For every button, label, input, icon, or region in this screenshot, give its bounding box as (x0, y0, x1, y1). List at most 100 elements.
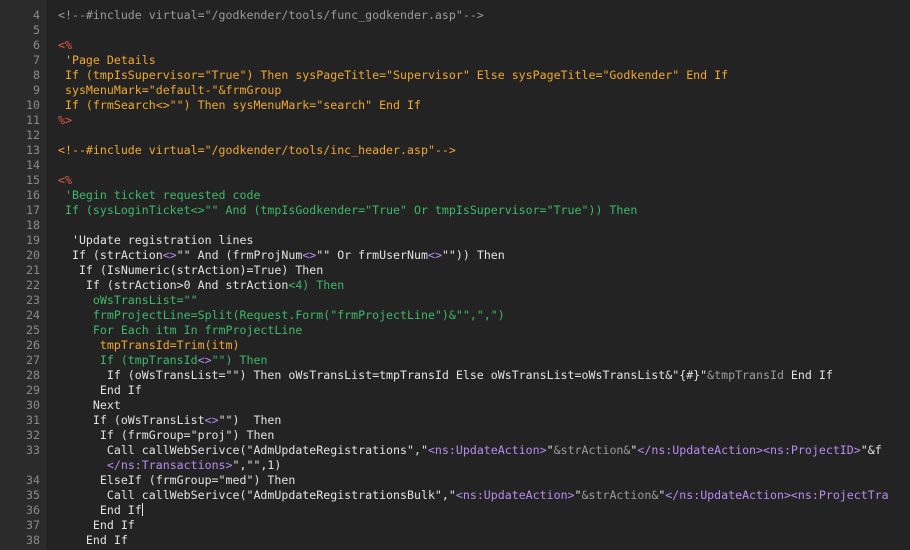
code-line[interactable]: 10 If (frmSearch<>"") Then sysMenuMark="… (0, 98, 910, 113)
code-line[interactable]: 7 'Page Details (0, 53, 910, 68)
code-text: If (IsNumeric(strAction)=True) Then (58, 263, 323, 278)
code-text: If (frmGroup="proj") Then (58, 428, 275, 443)
code-line[interactable]: 24 frmProjectLine=Split(Request.Form("fr… (0, 308, 910, 323)
code-text: End If (58, 383, 142, 398)
line-number: 6 (33, 38, 40, 52)
code-line[interactable]: 22 If (strAction>0 And strAction<4) Then (0, 278, 910, 293)
line-number: 18 (26, 218, 40, 232)
code-line[interactable]: 26 tmpTransId=Trim(itm) (0, 338, 910, 353)
code-token: For Each itm In frmProjectLine (58, 323, 303, 337)
line-number: 24 (26, 308, 40, 322)
line-number: 20 (26, 248, 40, 262)
code-token: If (frmSearch<>"") Then sysMenuMark="sea… (58, 98, 421, 112)
code-token: &strAction& (581, 488, 659, 502)
line-number: 32 (26, 428, 40, 442)
code-line[interactable]: 38 End If (0, 533, 910, 548)
line-number: 17 (26, 203, 40, 217)
line-number: 15 (26, 173, 40, 187)
code-line[interactable]: 37 End If (0, 518, 910, 533)
code-token: End If (58, 383, 142, 397)
code-token: <!--#include virtual="/godkender/tools/f… (58, 8, 484, 22)
code-line[interactable]: 27 If (tmpTransId<>"") Then (0, 353, 910, 368)
code-text: End If (58, 503, 143, 518)
line-number: 28 (26, 368, 40, 382)
code-token: &tmpTransId (707, 368, 784, 382)
code-line[interactable]: 32 If (frmGroup="proj") Then (0, 428, 910, 443)
code-text: oWsTransList="" (58, 293, 198, 308)
line-number: 25 (26, 323, 40, 337)
code-editor[interactable]: 4 <!--#include virtual="/godkender/tools/… (0, 0, 910, 550)
code-text: If (strAction>0 And strAction<4) Then (58, 278, 344, 293)
code-line[interactable]: 13 <!--#include virtual="/godkender/tools… (0, 143, 910, 158)
code-line[interactable]: 19 'Update registration lines (0, 233, 910, 248)
line-number: 29 (26, 383, 40, 397)
code-token: ","",1) (232, 458, 282, 472)
code-line[interactable] (0, 0, 910, 8)
code-line[interactable]: 21 If (IsNumeric(strAction)=True) Then (0, 263, 910, 278)
code-text: <% (58, 38, 72, 53)
code-line[interactable]: 31 If (oWsTransList<>"") Then (0, 413, 910, 428)
code-token: <4) Then (288, 278, 345, 292)
code-line[interactable]: 16 'Begin ticket requested code (0, 188, 910, 203)
code-token: "" Or frmUserNum (316, 248, 428, 262)
line-number: 36 (26, 503, 40, 517)
code-line[interactable]: 36 End If (0, 503, 910, 518)
code-token: </ns:Transactions> (106, 458, 233, 472)
code-token: Next (58, 398, 121, 412)
line-number: 8 (33, 68, 40, 82)
code-token: If (oWsTransList="") Then oWsTransList=t… (58, 368, 708, 382)
code-line[interactable]: 11 %> (0, 113, 910, 128)
code-text: 'Page Details (58, 53, 156, 68)
code-line[interactable]: </ns:Transactions>","",1) (0, 458, 910, 473)
code-token: <ns:UpdateAction> (427, 443, 547, 457)
code-line[interactable]: 34 ElseIf (frmGroup="med") Then (0, 473, 910, 488)
code-line[interactable]: 15 <% (0, 173, 910, 188)
text-cursor (141, 503, 143, 516)
code-line[interactable]: 12 (0, 128, 910, 143)
line-number: 11 (26, 113, 40, 127)
code-token: If (sysLoginTicket<>"" And (tmpIsGodkend… (58, 203, 638, 217)
code-token: "") Then (211, 353, 268, 367)
code-token: tmpTransId=Trim(itm) (58, 338, 240, 352)
code-area[interactable]: 4 <!--#include virtual="/godkender/tools/… (0, 0, 910, 550)
code-line[interactable]: 23 oWsTransList="" (0, 293, 910, 308)
code-line[interactable]: 17 If (sysLoginTicket<>"" And (tmpIsGodk… (0, 203, 910, 218)
code-line[interactable]: 6 <% (0, 38, 910, 53)
code-line[interactable]: 33 Call callWebSerivce("AdmUpdateRegistr… (0, 443, 910, 458)
code-text: tmpTransId=Trim(itm) (58, 338, 240, 353)
code-text: If (sysLoginTicket<>"" And (tmpIsGodkend… (58, 203, 637, 218)
line-number: 21 (26, 263, 40, 277)
code-line[interactable]: 9 sysMenuMark="default-"&frmGroup (0, 83, 910, 98)
code-token: 'Page Details (58, 53, 156, 67)
code-text: </ns:Transactions>","",1) (58, 458, 282, 473)
code-line[interactable]: 25 For Each itm In frmProjectLine (0, 323, 910, 338)
code-line[interactable]: 28 If (oWsTransList="") Then oWsTransLis… (0, 368, 910, 383)
code-token: If (frmGroup="proj") Then (58, 428, 275, 442)
code-token: &strAction& (553, 443, 631, 457)
code-token: End If (58, 533, 128, 547)
code-token: If (tmpTransId (58, 353, 198, 367)
code-line[interactable]: 29 End If (0, 383, 910, 398)
code-line[interactable]: 8 If (tmpIsSupervisor="True") Then sysPa… (0, 68, 910, 83)
code-token: </ns:UpdateAction><ns:ProjectID> (637, 443, 861, 457)
code-token: If (strAction>0 And strAction (58, 278, 289, 292)
code-text: <!--#include virtual="/godkender/tools/i… (58, 143, 456, 158)
code-line[interactable]: 14 (0, 158, 910, 173)
code-token: 'Begin ticket requested code (58, 188, 261, 202)
line-number: 30 (26, 398, 40, 412)
line-number: 7 (33, 53, 40, 67)
code-token: sysMenuMark="default-"&frmGroup (58, 83, 282, 97)
code-line[interactable]: 20 If (strAction<>"" And (frmProjNum<>""… (0, 248, 910, 263)
code-line[interactable]: 18 (0, 218, 910, 233)
code-line[interactable]: 5 (0, 23, 910, 38)
code-line[interactable]: 4 <!--#include virtual="/godkender/tools/… (0, 8, 910, 23)
code-token: Call callWebSerivce("AdmUpdateRegistrati… (58, 488, 456, 502)
code-text: End If (58, 533, 128, 548)
line-number: 4 (33, 8, 40, 22)
code-token: frmProjectLine=Split(Request.Form("frmPr… (58, 308, 505, 322)
code-line[interactable]: 30 Next (0, 398, 910, 413)
code-line[interactable]: 35 Call callWebSerivce("AdmUpdateRegistr… (0, 488, 910, 503)
code-token: " (574, 488, 582, 502)
